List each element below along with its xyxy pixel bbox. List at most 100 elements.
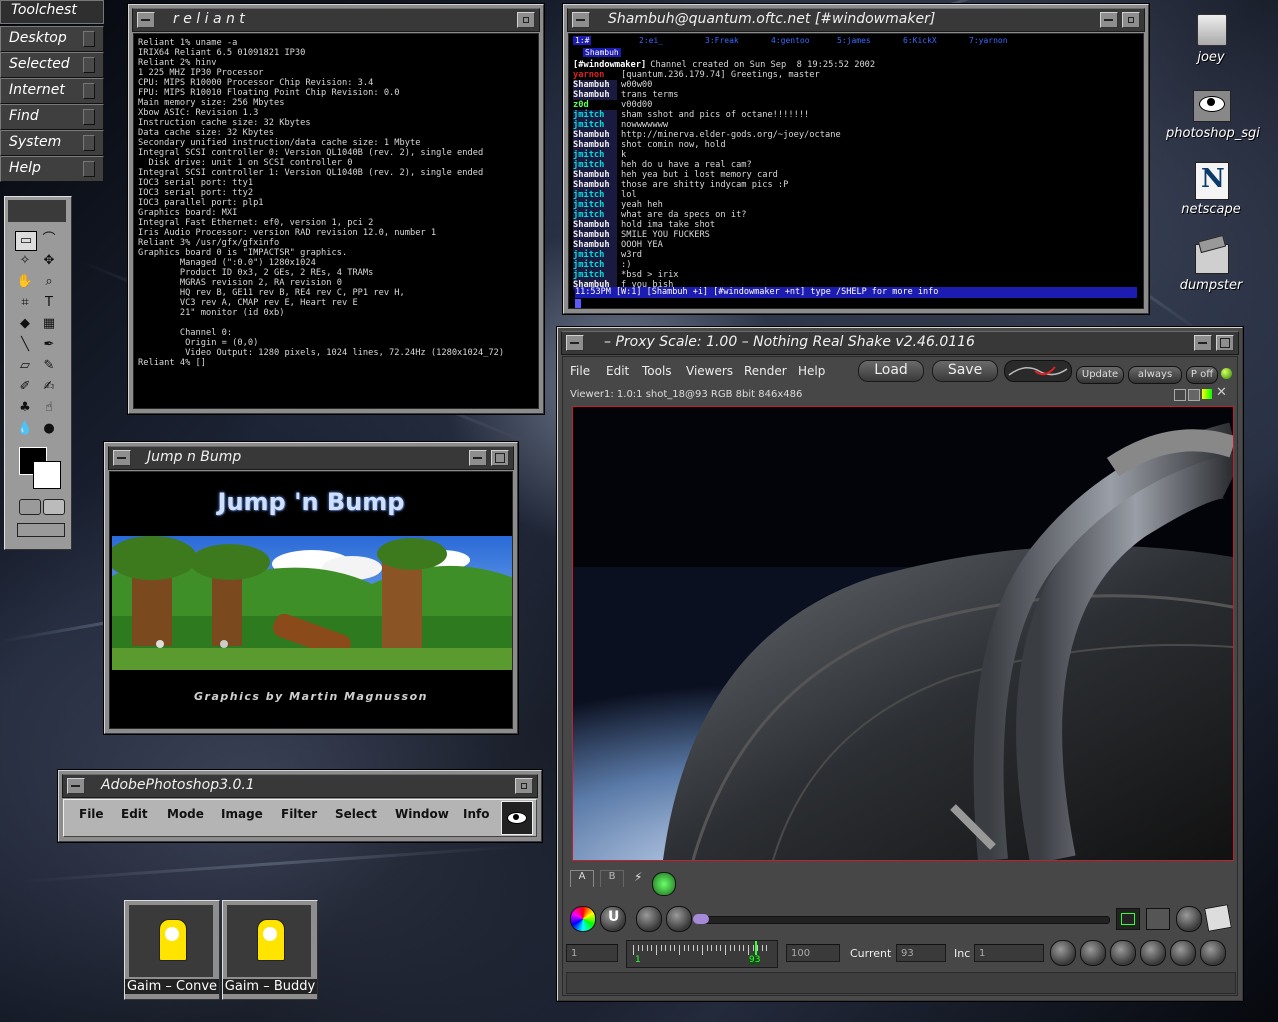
dodge-tool-icon[interactable]: ●: [39, 420, 59, 438]
irc-nick[interactable]: jmitch: [573, 190, 617, 200]
shake-menu-edit[interactable]: Edit: [606, 364, 629, 378]
rewind-key-button[interactable]: [1080, 940, 1106, 966]
stamp-tool-icon[interactable]: ♣: [15, 399, 35, 417]
paintbrush-icon[interactable]: ✍: [39, 378, 59, 396]
magic-wand-icon[interactable]: ✧: [15, 252, 35, 270]
toolchest-item-system[interactable]: System: [0, 130, 104, 156]
frame-button[interactable]: [1116, 908, 1140, 930]
menu-filter[interactable]: Filter: [281, 807, 317, 821]
irc-nick[interactable]: Shambuh: [573, 130, 617, 140]
lasso-tool-icon[interactable]: ⌒: [39, 231, 59, 249]
viewer-controls[interactable]: ✕: [1174, 386, 1230, 401]
standard-mode-icon[interactable]: [43, 499, 65, 515]
miniaturize-button[interactable]: [469, 450, 487, 466]
irc-nick[interactable]: Shambuh: [573, 240, 617, 250]
miniaturize-button[interactable]: [1100, 12, 1118, 28]
irc-nick[interactable]: Shambuh: [573, 220, 617, 230]
irc-nick[interactable]: jmitch: [573, 160, 617, 170]
update-button[interactable]: Update: [1076, 366, 1124, 384]
minimize-button[interactable]: [67, 778, 85, 794]
irc-window-tab[interactable]: 7:yarnon: [969, 36, 1008, 45]
minimize-button[interactable]: [113, 450, 131, 466]
shake-menu-tools[interactable]: Tools: [642, 364, 672, 378]
irc-window-tab[interactable]: 2:ei_: [639, 36, 663, 45]
viewer-color-icon[interactable]: [1202, 389, 1212, 399]
current-frame-field[interactable]: 93: [896, 944, 946, 962]
pencil-icon[interactable]: ✎: [39, 357, 59, 375]
toolbox-title-bar[interactable]: [8, 200, 66, 222]
viewer-tab-a[interactable]: A: [570, 870, 594, 887]
line-tool-icon[interactable]: ╲: [15, 336, 35, 354]
marquee-tool-icon[interactable]: ▭: [15, 231, 37, 251]
unified-button[interactable]: U: [600, 906, 626, 932]
irc-window-tab[interactable]: 3:Freak: [705, 36, 739, 45]
maximize-button[interactable]: [1216, 335, 1234, 351]
menu-edit[interactable]: Edit: [121, 807, 148, 821]
irc-nick[interactable]: yarnon: [573, 70, 617, 80]
load-button[interactable]: Load: [858, 360, 924, 382]
desktop-icon-dumpster[interactable]: dumpster: [1166, 234, 1256, 293]
crop-tool-icon[interactable]: ⌗: [15, 294, 35, 312]
mask-mode-icon[interactable]: [19, 499, 41, 515]
viewer-grid-icon[interactable]: [1174, 389, 1186, 401]
minimize-button[interactable]: [137, 12, 155, 28]
irc-window-tab[interactable]: 6:KickX: [903, 36, 937, 45]
menu-file[interactable]: File: [79, 807, 104, 821]
lightning-icon[interactable]: ⚡: [634, 870, 642, 884]
save-button[interactable]: Save: [932, 360, 998, 382]
desktop-icon-photoshop_sgi[interactable]: photoshop_sgi: [1166, 82, 1260, 141]
shake-menu-viewers[interactable]: Viewers: [686, 364, 733, 378]
irc-window-tab[interactable]: 5:james: [837, 36, 871, 45]
irc-nick[interactable]: z0d: [573, 100, 617, 110]
irc-nick[interactable]: Shambuh: [573, 180, 617, 190]
menu-image[interactable]: Image: [221, 807, 263, 821]
irc-nick[interactable]: Shambuh: [573, 170, 617, 180]
toolchest-item-internet[interactable]: Internet: [0, 78, 104, 104]
update-mode-dropdown[interactable]: always: [1128, 366, 1182, 384]
jumpnbump-title-bar[interactable]: Jump n Bump: [108, 446, 514, 470]
play-forward-button[interactable]: [1170, 940, 1196, 966]
zoom-tool-icon[interactable]: ⌕: [39, 273, 59, 291]
slider-handle[interactable]: [693, 914, 709, 924]
green-toggle-icon[interactable]: [652, 872, 676, 896]
miniaturize-button[interactable]: [1194, 335, 1212, 351]
menu-mode[interactable]: Mode: [167, 807, 204, 821]
proxy-toggle[interactable]: P off: [1186, 366, 1218, 384]
timeline[interactable]: 1 93: [626, 940, 778, 968]
close-button[interactable]: [1122, 12, 1140, 28]
irc-nick[interactable]: Shambuh: [573, 140, 617, 150]
irc-input[interactable]: [575, 299, 581, 308]
inc-field[interactable]: 1: [974, 944, 1044, 962]
curve-button[interactable]: [1004, 360, 1072, 382]
irc-window-tab[interactable]: 4:gentoo: [771, 36, 810, 45]
irc-nick[interactable]: Shambuh: [573, 230, 617, 240]
toolchest-item-help[interactable]: Help: [0, 156, 104, 182]
toolchest-title-bar[interactable]: Toolchest: [0, 0, 104, 24]
terminal-output[interactable]: Reliant 1% uname -a IRIX64 Reliant 6.5 01…: [133, 33, 539, 409]
gradient-tool-icon[interactable]: ▦: [39, 315, 59, 333]
toolchest-item-selected[interactable]: Selected: [0, 52, 104, 78]
viewer-slider[interactable]: [693, 914, 1110, 924]
eyedropper-icon[interactable]: ✒: [39, 336, 59, 354]
irc-nick[interactable]: jmitch: [573, 150, 617, 160]
toolchest-item-find[interactable]: Find: [0, 104, 104, 130]
refresh-button[interactable]: [666, 906, 692, 932]
forward-key-button[interactable]: [1200, 940, 1226, 966]
viewer-split-icon[interactable]: [1188, 389, 1200, 401]
close-button[interactable]: [515, 778, 533, 794]
playhead[interactable]: [755, 941, 757, 955]
irc-nick[interactable]: jmitch: [573, 210, 617, 220]
desktop-icon-netscape[interactable]: Nnetscape: [1166, 158, 1256, 217]
color-wheel-button[interactable]: [570, 906, 596, 932]
gaim-app-icon[interactable]: Gaim – Buddy: [222, 900, 318, 1000]
shake-menu-file[interactable]: File: [570, 364, 590, 378]
irc-nick[interactable]: Shambuh: [573, 90, 617, 100]
irc-nick[interactable]: jmitch: [573, 250, 617, 260]
irc-nick[interactable]: jmitch: [573, 120, 617, 130]
irc-tab-active[interactable]: Shambuh: [583, 48, 621, 57]
menu-select[interactable]: Select: [335, 807, 377, 821]
shake-menu-help[interactable]: Help: [798, 364, 825, 378]
move-tool-icon[interactable]: ✥: [39, 252, 59, 270]
irc-client[interactable]: 1:# 2:ei_ 3:Freak 4:gentoo 5:james 6:KickX 7:y…: [568, 33, 1144, 309]
type-tool-icon[interactable]: T: [39, 294, 59, 312]
